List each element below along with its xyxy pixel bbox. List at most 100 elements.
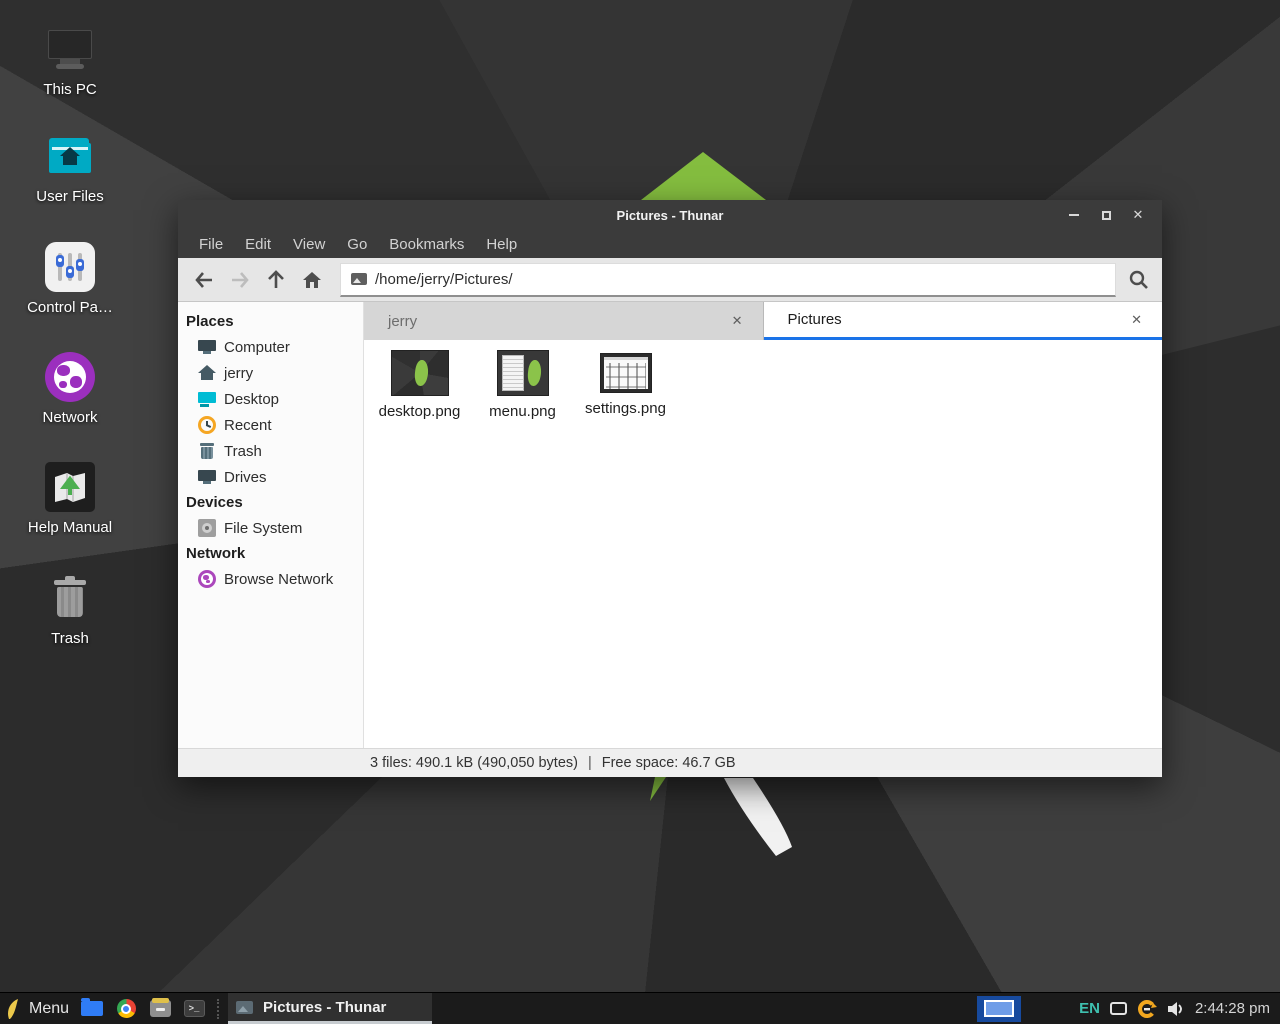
sidebar-item-drives[interactable]: Drives xyxy=(178,464,363,490)
menu-file[interactable]: File xyxy=(188,236,234,253)
tab-label: Pictures xyxy=(788,311,1128,328)
keyboard-layout-indicator[interactable]: EN xyxy=(1079,1000,1100,1017)
window-titlebar[interactable]: Pictures - Thunar ✕ xyxy=(178,200,1162,230)
home-button[interactable] xyxy=(294,263,330,297)
update-orange-icon xyxy=(1137,999,1157,1019)
picture-window-icon xyxy=(236,1001,253,1014)
window-title: Pictures - Thunar xyxy=(617,208,724,223)
terminal-icon: >_ xyxy=(184,1000,205,1017)
sidebar: Places Computer jerry Desktop Recent Tra… xyxy=(178,302,364,748)
file-name: desktop.png xyxy=(368,403,471,420)
file-settings-png[interactable]: settings.png xyxy=(574,348,677,417)
sidebar-item-label: File System xyxy=(224,520,302,537)
up-button[interactable] xyxy=(258,263,294,297)
desktop-icon-help-manual[interactable]: Help Manual xyxy=(5,462,135,536)
sidebar-item-label: Browse Network xyxy=(224,571,333,588)
chrome-launcher[interactable] xyxy=(109,993,143,1024)
update-manager-tray-icon[interactable] xyxy=(1137,999,1157,1019)
sidebar-item-desktop[interactable]: Desktop xyxy=(178,386,363,412)
file-system-drive-icon xyxy=(198,519,216,537)
file-menu-png[interactable]: menu.png xyxy=(471,348,574,420)
close-button[interactable]: ✕ xyxy=(1122,200,1154,230)
sidebar-section-network: Network xyxy=(178,541,363,566)
sidebar-item-browse-network[interactable]: Browse Network xyxy=(178,566,363,592)
maximize-button[interactable] xyxy=(1090,200,1122,230)
menu-bar: File Edit View Go Bookmarks Help xyxy=(178,230,1162,258)
menu-help[interactable]: Help xyxy=(475,236,528,253)
sidebar-item-recent[interactable]: Recent xyxy=(178,412,363,438)
free-space: Free space: 46.7 GB xyxy=(602,755,736,771)
control-panel-icon xyxy=(45,242,95,292)
search-button[interactable] xyxy=(1118,263,1160,297)
file-name: settings.png xyxy=(574,400,677,417)
user-files-folder-icon xyxy=(45,131,95,181)
speaker-icon xyxy=(1167,1001,1185,1017)
desktop-icon-this-pc[interactable]: This PC xyxy=(5,24,135,98)
desktop-icon-user-files[interactable]: User Files xyxy=(5,131,135,205)
desktop-icon-label: Control Pa… xyxy=(5,299,135,316)
back-button[interactable] xyxy=(186,263,222,297)
minimize-icon xyxy=(1069,214,1079,216)
status-separator: | xyxy=(588,755,592,771)
drives-icon xyxy=(198,468,216,486)
tab-close-icon[interactable]: ✕ xyxy=(728,309,747,333)
tab-jerry[interactable]: jerry ✕ xyxy=(364,302,764,340)
files-summary: 3 files: 490.1 kB (490,050 bytes) xyxy=(370,755,578,771)
forward-button[interactable] xyxy=(222,263,258,297)
sidebar-section-devices: Devices xyxy=(178,490,363,515)
clock[interactable]: 2:44:28 pm xyxy=(1195,1000,1270,1017)
file-list-view[interactable]: desktop.png menu.png settings.png xyxy=(364,340,1162,748)
sidebar-item-computer[interactable]: Computer xyxy=(178,334,363,360)
image-folder-icon xyxy=(351,273,367,285)
start-menu-button[interactable]: Menu xyxy=(0,993,75,1024)
thunar-window: Pictures - Thunar ✕ File Edit View Go Bo… xyxy=(178,200,1162,777)
network-globe-icon xyxy=(198,570,216,588)
maximize-icon xyxy=(1102,211,1111,220)
desktop-icon-trash[interactable]: Trash xyxy=(5,573,135,647)
path-bar[interactable]: /home/jerry/Pictures/ xyxy=(340,263,1116,297)
task-label: Pictures - Thunar xyxy=(263,999,386,1016)
sidebar-item-label: Computer xyxy=(224,339,290,356)
sidebar-section-places: Places xyxy=(178,309,363,334)
back-arrow-icon xyxy=(193,270,215,290)
file-thumbnail xyxy=(497,350,549,396)
desktop-icon-label: User Files xyxy=(5,188,135,205)
home-icon xyxy=(301,270,323,290)
file-desktop-png[interactable]: desktop.png xyxy=(368,348,471,420)
home-icon xyxy=(198,364,216,382)
sidebar-item-file-system[interactable]: File System xyxy=(178,515,363,541)
task-button-thunar[interactable]: Pictures - Thunar xyxy=(228,993,432,1024)
file-thumbnail xyxy=(600,353,652,393)
blue-folder-icon xyxy=(81,1001,103,1016)
sidebar-item-jerry[interactable]: jerry xyxy=(178,360,363,386)
sidebar-item-trash[interactable]: Trash xyxy=(178,438,363,464)
search-icon xyxy=(1128,269,1150,291)
archive-launcher[interactable] xyxy=(143,993,177,1024)
display-tray-icon[interactable] xyxy=(1110,1002,1127,1015)
terminal-launcher[interactable]: >_ xyxy=(177,993,211,1024)
menu-view[interactable]: View xyxy=(282,236,336,253)
menu-bookmarks[interactable]: Bookmarks xyxy=(378,236,475,253)
desktop-icon-label: Trash xyxy=(5,630,135,647)
toolbar: /home/jerry/Pictures/ xyxy=(178,258,1162,302)
desktop-icon-control-panel[interactable]: Control Pa… xyxy=(5,242,135,316)
minimize-button[interactable] xyxy=(1058,200,1090,230)
menu-edit[interactable]: Edit xyxy=(234,236,282,253)
tab-label: jerry xyxy=(388,313,728,330)
desktop-icon-network[interactable]: Network xyxy=(5,352,135,426)
tab-close-icon[interactable]: ✕ xyxy=(1127,308,1146,332)
up-arrow-icon xyxy=(266,269,286,291)
menu-label: Menu xyxy=(29,1000,69,1018)
taskbar-separator xyxy=(217,999,225,1019)
file-manager-launcher[interactable] xyxy=(75,993,109,1024)
workspace-pager[interactable] xyxy=(977,996,1021,1022)
menu-go[interactable]: Go xyxy=(336,236,378,253)
desktop-icon-label: Help Manual xyxy=(5,519,135,536)
file-name: menu.png xyxy=(471,403,574,420)
workspace-1[interactable] xyxy=(984,1000,1014,1017)
distro-feather-icon xyxy=(6,998,21,1020)
trash-can-icon xyxy=(45,573,95,623)
volume-tray-icon[interactable] xyxy=(1167,1001,1185,1017)
tab-pictures[interactable]: Pictures ✕ xyxy=(764,302,1163,340)
this-pc-icon xyxy=(45,24,95,74)
